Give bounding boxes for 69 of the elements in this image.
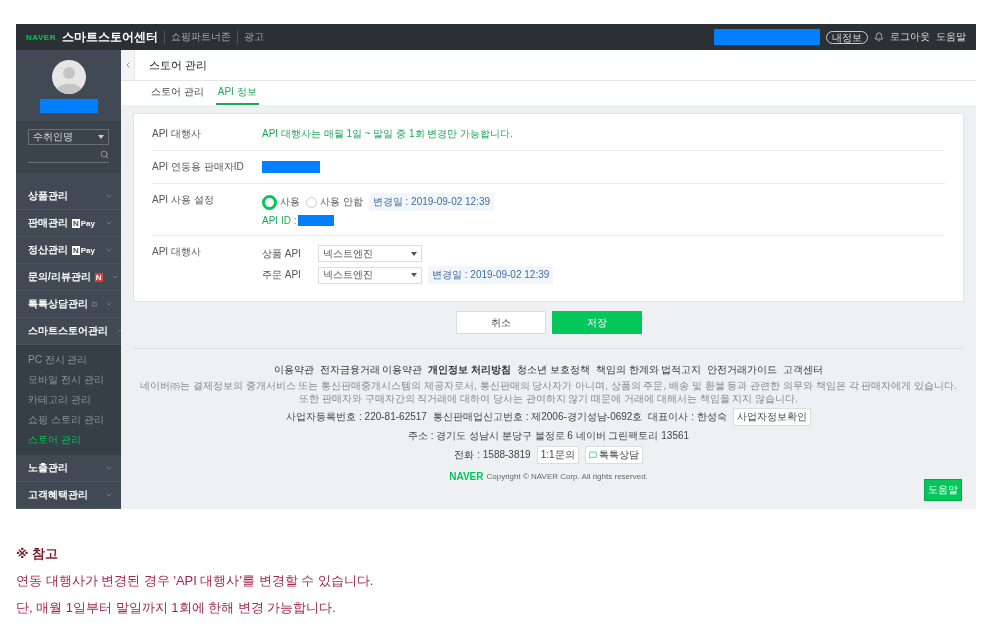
redaction-bar bbox=[262, 161, 320, 173]
cancel-button[interactable]: 취소 bbox=[455, 311, 546, 334]
field-label: API 대행사 bbox=[152, 127, 202, 141]
chat-icon bbox=[92, 299, 97, 309]
caret-icon bbox=[98, 135, 104, 139]
footer-link[interactable]: 안전거래가이드 bbox=[707, 363, 778, 377]
select-label: 상품 API bbox=[262, 246, 302, 261]
address-text: 주소 : 경기도 성남시 분당구 불정로 6 네이버 그린팩토리 13561 bbox=[407, 429, 690, 443]
top-link[interactable]: 광고 bbox=[236, 30, 264, 44]
help-link[interactable]: 도움말 bbox=[936, 30, 966, 44]
footer-link[interactable]: 개인정보 처리방침 bbox=[428, 363, 512, 377]
note-text: 연동 대행사가 변경된 경우 'API 대행사'를 변경할 수 있습니다. bbox=[16, 572, 375, 590]
footer-link[interactable]: 청소년 보호정책 bbox=[517, 363, 590, 377]
copyright-text: Copyright © NAVER Corp. All rights reserved. bbox=[486, 472, 648, 481]
inquiry-button[interactable]: 1:1문의 bbox=[536, 446, 579, 464]
api-id-label: API ID : bbox=[262, 215, 297, 226]
naver-logo: NAVER bbox=[449, 471, 484, 482]
radio-button[interactable] bbox=[306, 196, 317, 208]
note-text: 단, 매월 1일부터 말일까지 1회에 한해 변경 가능합니다. bbox=[16, 599, 337, 617]
app-title: 스마트스토어센터 bbox=[61, 28, 158, 46]
top-link[interactable]: 쇼핑파트너존 bbox=[163, 30, 231, 44]
collapse-button[interactable] bbox=[121, 50, 135, 80]
page-title: 스토어 관리 bbox=[149, 57, 208, 73]
logout-link[interactable]: 로그아웃 bbox=[890, 30, 930, 44]
radio-option[interactable]: 사용 안함 bbox=[306, 195, 363, 209]
footer-link[interactable]: 고객센터 bbox=[783, 363, 824, 377]
notice-text: API 대행사는 매월 1일 ~ 말일 중 1회 변경만 가능합니다. bbox=[262, 127, 514, 141]
footer-link[interactable]: 전자금융거래 이용약관 bbox=[319, 363, 423, 377]
new-badge: N bbox=[94, 272, 103, 282]
changed-date: 변경일 : 2019-09-02 12:39 bbox=[428, 266, 554, 284]
bell-icon[interactable] bbox=[874, 32, 884, 42]
search-type-select[interactable]: 수취인명 bbox=[28, 129, 109, 145]
logo: NAVER bbox=[26, 32, 56, 42]
pay-label: Pay bbox=[80, 218, 95, 228]
search-icon[interactable] bbox=[100, 150, 109, 159]
radio-option[interactable]: 사용 bbox=[262, 194, 300, 210]
note-title: ※ 참고 bbox=[16, 545, 60, 563]
submenu-item[interactable]: 쇼핑 스토리 관리 bbox=[16, 410, 121, 430]
footer-link[interactable]: 이용약관 bbox=[273, 363, 314, 377]
business-info: 통신판매업신고번호 : 제2006-경기성남-0692호 bbox=[432, 410, 643, 424]
select-label: 주문 API bbox=[262, 268, 302, 282]
business-info: 사업자등록번호 : 220-81-62517 bbox=[286, 410, 427, 424]
npay-badge: N bbox=[72, 218, 80, 228]
talk-button[interactable]: 톡톡상담 bbox=[584, 446, 643, 464]
caret-icon bbox=[411, 273, 417, 277]
business-info: 대표이사 : 한성숙 bbox=[648, 410, 727, 424]
field-label: API 대행사 bbox=[152, 245, 202, 259]
tab[interactable]: 스토어 관리 bbox=[149, 81, 206, 105]
npay-badge: N bbox=[72, 245, 80, 255]
select-field[interactable]: 넥스트엔진 bbox=[318, 266, 422, 284]
field-label: API 사용 설정 bbox=[152, 193, 215, 207]
phone-text: 전화 : 1588-3819 bbox=[454, 448, 531, 462]
changed-date: 변경일 : 2019-09-02 12:39 bbox=[368, 193, 495, 211]
avatar-icon bbox=[51, 60, 86, 94]
select-field[interactable]: 넥스트엔진 bbox=[318, 245, 422, 262]
submenu-item[interactable]: 카테고리 관리 bbox=[16, 390, 121, 410]
footer-link[interactable]: 책임의 한계와 법적고지 bbox=[595, 363, 702, 377]
business-info-button[interactable]: 사업자정보확인 bbox=[732, 408, 811, 426]
chat-icon bbox=[588, 451, 597, 459]
submenu-item[interactable]: 스토어 관리 bbox=[16, 430, 121, 450]
submenu-item[interactable]: PC 전시 관리 bbox=[16, 350, 121, 370]
pay-label: Pay bbox=[80, 245, 95, 255]
disclaimer-text: 네이버㈜는 결제정보의 중개서비스 또는 통신판매중개시스템의 제공자로서, 통신판매의 당사자가 아니며, 상품의 주문, 배송 및 환불 등과 관련한 의무와 책임은 각 판매자에게 있습니다. 또한 판매자와 구매자간의 직거래에 대하여 당사는 관여하지 않기 때문에 거래에 대해서는 책임을 지지 않습니다. bbox=[140, 380, 957, 405]
redaction-bar bbox=[298, 215, 335, 226]
caret-icon bbox=[411, 251, 417, 256]
submenu-item[interactable]: 모바일 전시 관리 bbox=[16, 370, 121, 390]
redaction-bar bbox=[39, 99, 98, 113]
radio-button[interactable] bbox=[262, 194, 277, 210]
field-label: API 연동용 판매자ID bbox=[152, 160, 245, 174]
